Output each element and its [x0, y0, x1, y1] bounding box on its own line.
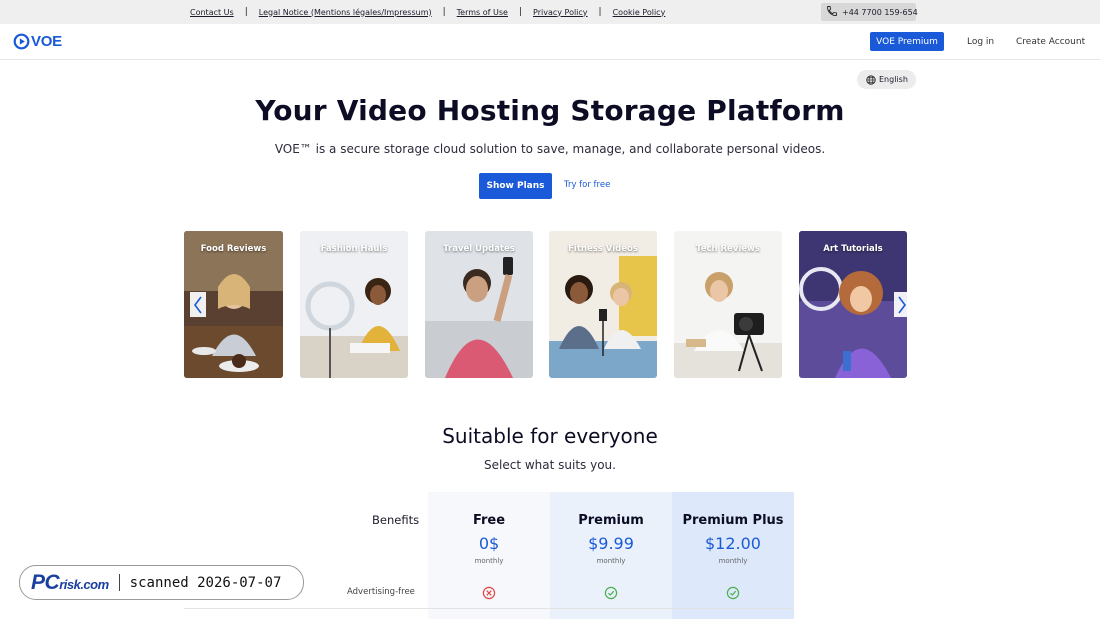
scan-watermark: PC risk.com scanned 2026-07-07	[19, 565, 304, 600]
plan-price: 0$	[478, 534, 500, 553]
phone-number[interactable]: +44 7700 159-654	[821, 3, 918, 21]
plan-name: Premium	[578, 513, 644, 528]
hero-title: Your Video Hosting Storage Platform	[255, 94, 845, 127]
plan-name: Free	[472, 513, 506, 528]
terms-of-use-link[interactable]: Terms of Use	[457, 8, 508, 17]
link-separator: |	[442, 7, 446, 17]
cookie-policy-link[interactable]: Cookie Policy	[613, 8, 666, 17]
voe-logo[interactable]: VOE	[13, 33, 62, 50]
card-label: Food Reviews	[200, 244, 267, 254]
hero-subtitle: VOE™ is a secure storage cloud solution …	[274, 142, 826, 156]
carousel-card-fitness-videos[interactable]: Fitness Videos	[549, 231, 657, 378]
check-circle-icon	[726, 586, 740, 600]
plan-period: monthly	[596, 557, 626, 565]
cross-circle-icon	[482, 586, 496, 600]
plan-period: monthly	[474, 557, 504, 565]
login-link[interactable]: Log in	[967, 37, 994, 47]
chevron-right-icon	[898, 296, 906, 313]
plan-price: $9.99	[588, 534, 634, 553]
pricing-subtitle: Select what suits you.	[484, 458, 616, 472]
phone-number-text: +44 7700 159-654	[842, 7, 918, 17]
card-label: Fashion Hauls	[320, 244, 388, 254]
link-separator: |	[244, 7, 248, 17]
carousel-card-tech-reviews[interactable]: Tech Reviews	[674, 231, 782, 378]
top-utility-bar: Contact Us | Legal Notice (Mentions léga…	[0, 0, 1100, 24]
pricing-title: Suitable for everyone	[442, 424, 658, 448]
plan-name: Premium Plus	[682, 513, 784, 528]
footer-links: Contact Us | Legal Notice (Mentions léga…	[190, 0, 665, 24]
plan-column-premium[interactable]: Premium $9.99 monthly	[550, 492, 672, 619]
plan-price: $12.00	[705, 534, 761, 553]
create-account-link[interactable]: Create Account	[1016, 37, 1085, 47]
language-selector[interactable]: English	[857, 70, 916, 89]
card-label: Tech Reviews	[696, 244, 760, 254]
phone-icon	[826, 5, 842, 19]
card-label: Fitness Videos	[568, 244, 638, 254]
site-header: VOE VOE Premium Log in Create Account	[0, 24, 1100, 60]
plan-column-free[interactable]: Free 0$ monthly	[428, 492, 550, 619]
show-plans-button[interactable]: Show Plans	[479, 173, 552, 199]
contact-us-link[interactable]: Contact Us	[190, 8, 234, 17]
voe-logo-icon	[13, 33, 30, 50]
privacy-policy-link[interactable]: Privacy Policy	[533, 8, 588, 17]
carousel-card-art-tutorials[interactable]: Art Tutorials	[799, 231, 907, 378]
logo-text: VOE	[31, 33, 62, 50]
watermark-divider	[118, 574, 120, 591]
pcrisk-logo-pc: PC	[31, 570, 60, 594]
link-separator: |	[598, 7, 602, 17]
carousel-card-travel-updates[interactable]: Travel Updates	[425, 231, 533, 378]
watermark-text: scanned 2026-07-07	[129, 574, 282, 591]
language-label: English	[879, 75, 908, 84]
try-for-free-link[interactable]: Try for free	[564, 180, 610, 190]
link-separator: |	[518, 7, 523, 17]
voe-premium-button[interactable]: VOE Premium	[870, 32, 944, 51]
row-divider	[184, 608, 794, 609]
chevron-left-icon	[194, 296, 202, 313]
carousel-prev-button[interactable]	[190, 292, 206, 317]
plan-period: monthly	[718, 557, 748, 565]
globe-icon	[866, 74, 876, 85]
pcrisk-logo-risk: risk.com	[59, 576, 109, 592]
carousel-card-fashion-hauls[interactable]: Fashion Hauls	[300, 231, 408, 378]
legal-notice-link[interactable]: Legal Notice (Mentions légales/Impressum…	[259, 8, 432, 17]
check-circle-icon	[604, 586, 618, 600]
benefits-header: Benefits	[372, 513, 420, 527]
carousel-next-button[interactable]	[894, 292, 910, 317]
plan-column-premium-plus[interactable]: Premium Plus $12.00 monthly	[672, 492, 794, 619]
benefit-row-label: Advertising-free	[347, 587, 415, 597]
card-label: Travel Updates	[443, 244, 515, 254]
pcrisk-logo: PC risk.com	[31, 571, 109, 595]
card-label: Art Tutorials	[823, 244, 883, 254]
